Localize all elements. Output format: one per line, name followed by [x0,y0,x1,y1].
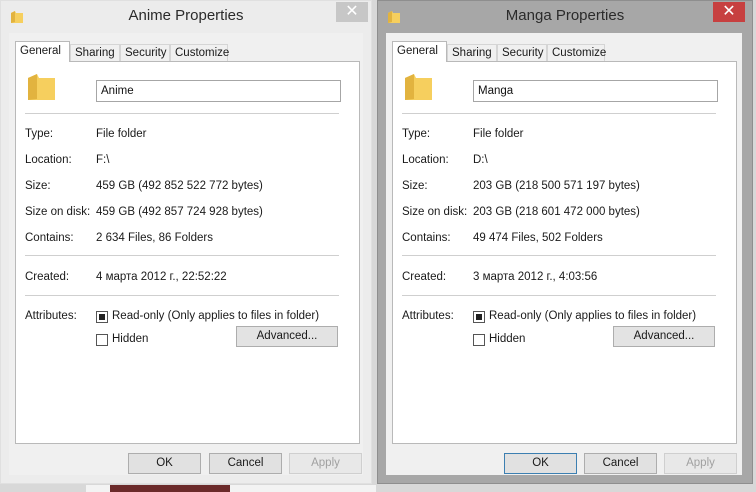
tab-security[interactable]: Security [497,44,547,61]
cancel-button[interactable]: Cancel [209,453,282,474]
size-on-disk-label: Size on disk: [25,206,91,218]
hidden-checkbox[interactable] [96,334,108,346]
size-label: Size: [402,180,428,192]
cancel-button[interactable]: Cancel [584,453,657,474]
close-button[interactable]: ✕ [336,2,368,22]
tab-sharing[interactable]: Sharing [447,44,497,61]
readonly-label[interactable]: Read-only (Only applies to files in fold… [489,310,696,322]
created-value: 4 марта 2012 г., 22:52:22 [96,271,227,283]
window-title: Anime Properties [128,7,244,24]
location-value: D:\ [473,154,488,166]
location-label: Location: [402,154,449,166]
general-panel: Type: File folder Location: F:\ Size: 45… [15,61,360,444]
separator [402,295,716,296]
size-value: 203 GB (218 500 571 197 bytes) [473,180,640,192]
apply-button[interactable]: Apply [289,453,362,474]
tab-general[interactable]: General [15,41,70,62]
readonly-checkbox[interactable] [96,311,108,323]
dialog-body: General Sharing Security Customize Type:… [386,33,742,475]
close-button[interactable]: ✕ [713,2,745,22]
tab-sharing[interactable]: Sharing [70,44,120,61]
attributes-label: Attributes: [402,310,454,322]
created-label: Created: [25,271,70,283]
size-on-disk-value: 459 GB (492 857 724 928 bytes) [96,206,263,218]
title-bar[interactable]: Anime Properties ✕ [1,1,371,33]
contains-label: Contains: [25,232,74,244]
tab-security[interactable]: Security [120,44,170,61]
contains-value: 49 474 Files, 502 Folders [473,232,603,244]
size-label: Size: [25,180,51,192]
readonly-checkbox[interactable] [473,311,485,323]
type-value: File folder [96,128,147,140]
size-on-disk-label: Size on disk: [402,206,468,218]
tab-customize[interactable]: Customize [547,44,606,61]
hidden-label[interactable]: Hidden [489,333,525,345]
ok-button[interactable]: OK [504,453,577,474]
contains-label: Contains: [402,232,451,244]
size-on-disk-value: 203 GB (218 601 472 000 bytes) [473,206,640,218]
separator [25,113,339,114]
type-label: Type: [25,128,54,140]
window-title: Manga Properties [505,7,625,24]
separator [402,255,716,256]
background-image-strip [110,485,230,492]
folder-name-input[interactable] [473,80,718,102]
title-bar[interactable]: Manga Properties ✕ [378,1,752,33]
large-folder-icon [405,74,432,100]
attributes-label: Attributes: [25,310,77,322]
location-label: Location: [25,154,72,166]
separator [25,295,339,296]
type-label: Type: [402,128,431,140]
created-label: Created: [402,271,447,283]
type-value: File folder [473,128,524,140]
manga-properties-dialog: Manga Properties ✕ General Sharing Secur… [377,0,753,484]
advanced-button[interactable]: Advanced... [236,326,338,347]
large-folder-icon [28,74,55,100]
contains-value: 2 634 Files, 86 Folders [96,232,213,244]
folder-name-input[interactable] [96,80,341,102]
separator [402,113,716,114]
tab-general[interactable]: General [392,41,447,62]
dialog-body: General Sharing Security Customize Type:… [9,33,363,475]
size-value: 459 GB (492 852 522 772 bytes) [96,180,263,192]
created-value: 3 марта 2012 г., 4:03:56 [473,271,598,283]
readonly-label[interactable]: Read-only (Only applies to files in fold… [112,310,319,322]
hidden-label[interactable]: Hidden [112,333,148,345]
tab-customize[interactable]: Customize [170,44,229,61]
apply-button[interactable]: Apply [664,453,737,474]
location-value: F:\ [96,154,110,166]
hidden-checkbox[interactable] [473,334,485,346]
general-panel: Type: File folder Location: D:\ Size: 20… [392,61,737,444]
separator [25,255,339,256]
anime-properties-dialog: Anime Properties ✕ General Sharing Secur… [0,0,372,484]
advanced-button[interactable]: Advanced... [613,326,715,347]
ok-button[interactable]: OK [128,453,201,474]
